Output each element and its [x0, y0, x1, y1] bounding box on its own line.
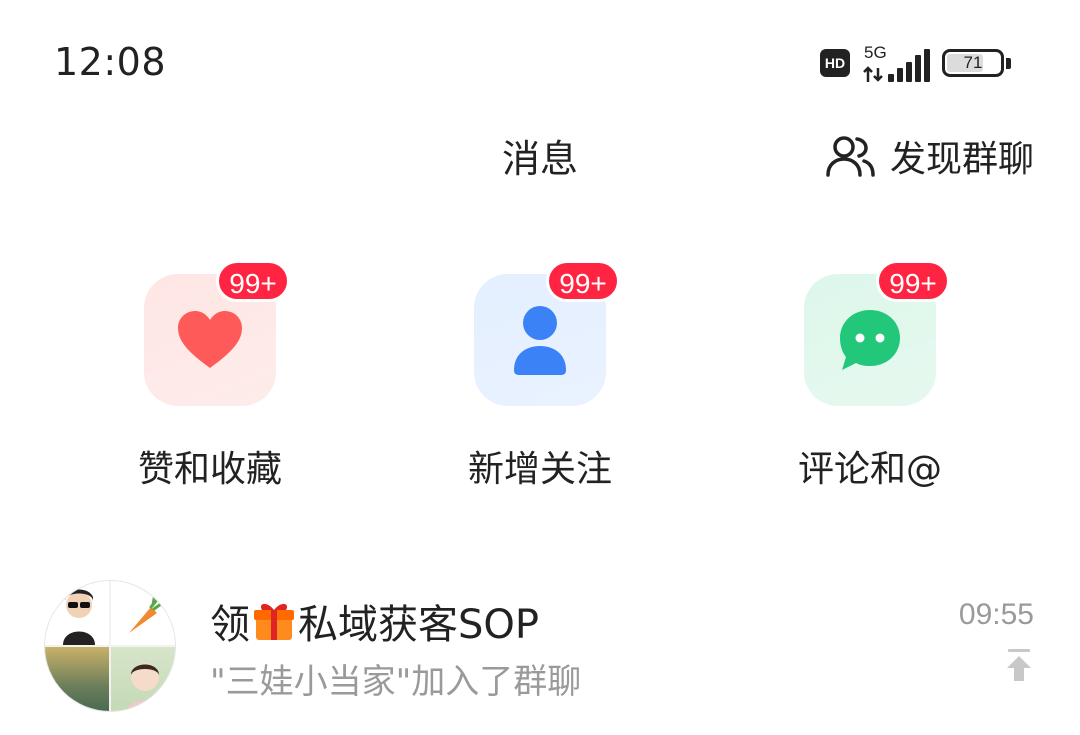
member-avatar-carrot [111, 581, 175, 645]
group-avatar [44, 580, 176, 712]
discover-group-chat-label: 发现群聊 [889, 139, 1034, 180]
likes-badge: 99+ [216, 260, 290, 302]
conversation-title-suffix: 私域获客SOP [298, 602, 539, 648]
likes-icon-tile: 99+ [144, 260, 290, 406]
conversation-title-prefix: 领 [210, 602, 250, 648]
member-avatar-cartoon-man [45, 581, 109, 645]
pin-to-top-icon [1007, 649, 1031, 681]
new-followers-entry[interactable]: 99+ 新增关注 [430, 260, 650, 492]
conversation-item[interactable]: 领 私域获客SOP "三娃小当家"加入了群聊 09:55 [0, 578, 1080, 718]
likes-label: 赞和收藏 [137, 449, 282, 490]
heart-icon [178, 311, 242, 368]
followers-badge: 99+ [546, 260, 620, 302]
battery-percent: 71 [963, 53, 983, 72]
hd-icon: HD [820, 49, 850, 77]
member-avatar-child [111, 647, 175, 711]
battery-icon: 71 [942, 49, 1004, 77]
chat-bubble-icon [840, 310, 900, 370]
battery-tip [1006, 58, 1011, 69]
comments-icon-tile: 99+ [804, 260, 950, 406]
status-time: 12:08 [54, 40, 167, 84]
likes-and-favorites-entry[interactable]: 99+ 赞和收藏 [100, 260, 320, 492]
messages-page: 12:08 HD 5G 71 消息 发现群聊 99+ 赞和收藏 99+ 新增关注… [0, 0, 1080, 735]
conversation-preview: "三娃小当家"加入了群聊 [210, 662, 582, 702]
conversation-time: 09:55 [958, 598, 1034, 631]
group-users-icon [826, 136, 875, 177]
person-icon [514, 306, 566, 375]
member-avatar-landscape [45, 647, 109, 711]
signal-icon [863, 49, 930, 82]
followers-label: 新增关注 [467, 449, 612, 490]
comments-and-mentions-entry[interactable]: 99+ 评论和@ [760, 260, 980, 492]
discover-group-chat-button[interactable]: 发现群聊 [826, 130, 1034, 182]
conversation-title: 领 私域获客SOP [210, 592, 539, 652]
followers-icon-tile: 99+ [474, 260, 620, 406]
comments-badge: 99+ [876, 260, 950, 302]
gift-icon [252, 598, 296, 652]
comments-label: 评论和@ [797, 449, 942, 490]
